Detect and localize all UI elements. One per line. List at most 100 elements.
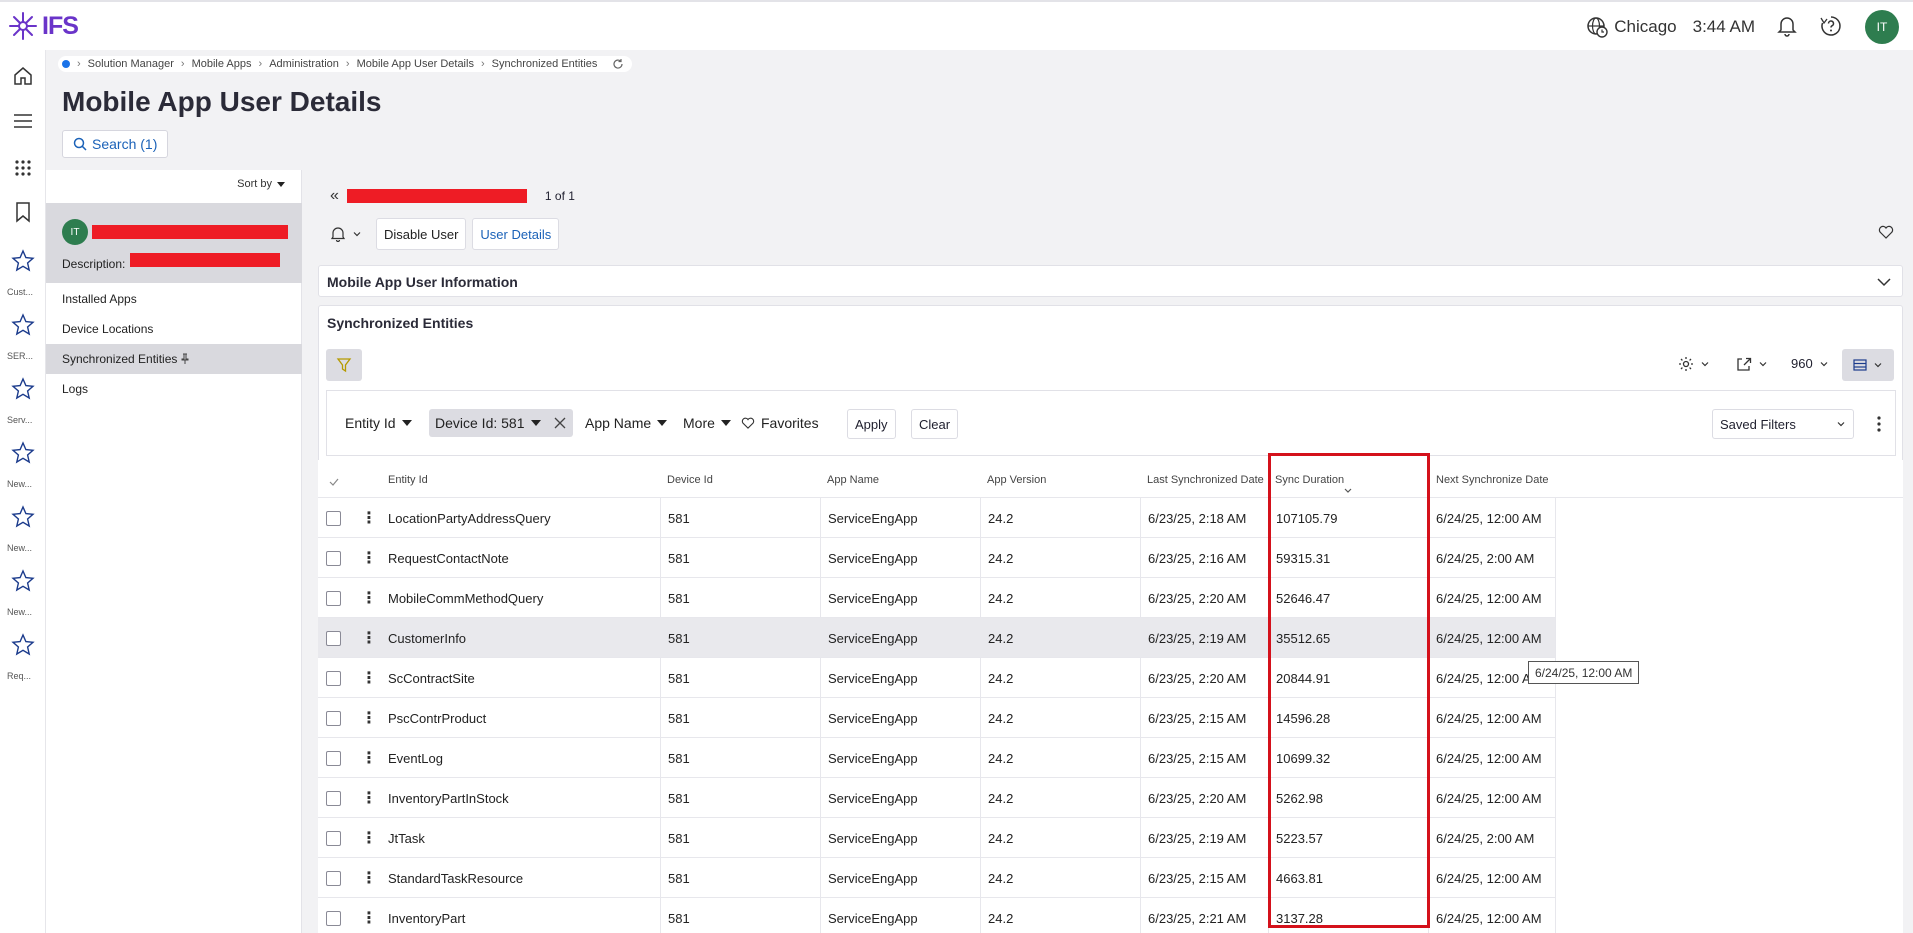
table-row[interactable]: ⋮ InventoryPart 581 ServiceEngApp 24.2 6/23/2… xyxy=(318,898,1555,933)
nav-item-logs[interactable]: Logs xyxy=(46,374,302,404)
page-size-dropdown[interactable]: 960 xyxy=(1791,356,1829,371)
column-header-entity-id[interactable]: Entity Id xyxy=(388,474,428,486)
column-header-device-id[interactable]: Device Id xyxy=(667,474,713,486)
chevron-down-icon[interactable] xyxy=(1876,274,1892,290)
row-actions-icon[interactable]: ⋮ xyxy=(361,898,377,933)
table-row[interactable]: ⋮ LocationPartyAddressQuery 581 ServiceEngA… xyxy=(318,498,1555,538)
device-id-filter-chip[interactable]: Device Id: 581 xyxy=(429,409,573,437)
user-avatar[interactable]: IT xyxy=(1865,10,1899,44)
rail-label[interactable]: New... xyxy=(7,543,32,553)
menu-icon[interactable] xyxy=(9,107,37,135)
rail-label[interactable]: New... xyxy=(7,479,32,489)
home-icon[interactable] xyxy=(9,62,37,90)
breadcrumb-home-dot[interactable] xyxy=(62,60,70,68)
favorite-star-icon[interactable] xyxy=(9,439,37,467)
row-checkbox[interactable] xyxy=(326,590,341,606)
settings-dropdown[interactable] xyxy=(1678,356,1710,372)
refresh-icon[interactable] xyxy=(612,58,624,70)
row-checkbox[interactable] xyxy=(326,750,341,766)
more-vertical-icon[interactable] xyxy=(1876,415,1882,433)
favorite-star-icon[interactable] xyxy=(9,567,37,595)
row-checkbox[interactable] xyxy=(326,870,341,886)
rail-label[interactable]: Cust... xyxy=(7,287,33,297)
rail-label[interactable]: SER... xyxy=(7,351,33,361)
row-actions-icon[interactable]: ⋮ xyxy=(361,738,377,778)
breadcrumb-item[interactable]: Mobile Apps xyxy=(192,58,252,70)
clear-button[interactable]: Clear xyxy=(911,409,959,439)
export-dropdown[interactable] xyxy=(1736,356,1768,372)
user-information-panel[interactable]: Mobile App User Information xyxy=(318,265,1903,297)
row-actions-icon[interactable]: ⋮ xyxy=(361,578,377,618)
row-actions-icon[interactable]: ⋮ xyxy=(361,818,377,858)
view-mode-dropdown[interactable] xyxy=(1842,349,1894,381)
filter-toggle-button[interactable] xyxy=(326,349,362,381)
double-chevron-left-icon[interactable]: « xyxy=(330,187,339,205)
user-details-button[interactable]: User Details xyxy=(472,218,560,250)
favorite-star-icon[interactable] xyxy=(9,375,37,403)
pin-icon[interactable] xyxy=(180,353,190,365)
row-checkbox[interactable] xyxy=(326,710,341,726)
rail-label[interactable]: New... xyxy=(7,607,32,617)
sort-by-dropdown[interactable]: Sort by xyxy=(237,178,285,190)
row-checkbox[interactable] xyxy=(326,670,341,686)
row-actions-icon[interactable]: ⋮ xyxy=(361,698,377,738)
redacted-record-selector[interactable] xyxy=(346,189,527,203)
breadcrumb-item[interactable]: Mobile App User Details xyxy=(357,58,474,70)
column-header-next-synchronize-date[interactable]: Next Synchronize Date xyxy=(1436,474,1549,486)
app-name-filter[interactable]: App Name xyxy=(579,409,673,437)
nav-item-synchronized-entities[interactable]: Synchronized Entities xyxy=(46,344,302,374)
row-checkbox[interactable] xyxy=(326,510,341,526)
help-icon[interactable] xyxy=(1819,14,1843,41)
location-clock[interactable]: Chicago 3:44 AM xyxy=(1586,16,1755,38)
notification-dropdown[interactable] xyxy=(330,226,362,242)
row-actions-icon[interactable]: ⋮ xyxy=(361,538,377,578)
heart-icon[interactable] xyxy=(1878,225,1894,239)
row-actions-icon[interactable]: ⋮ xyxy=(361,658,377,698)
table-row[interactable]: ⋮ PscContrProduct 581 ServiceEngApp 24.2 6/23… xyxy=(318,698,1555,738)
select-all-check-icon[interactable] xyxy=(329,478,339,486)
row-actions-icon[interactable]: ⋮ xyxy=(361,778,377,818)
search-button[interactable]: Search (1) xyxy=(62,130,169,158)
row-checkbox[interactable] xyxy=(326,790,341,806)
nav-item-installed-apps[interactable]: Installed Apps xyxy=(46,284,302,314)
rail-label[interactable]: Serv... xyxy=(7,415,32,425)
row-actions-icon[interactable]: ⋮ xyxy=(361,858,377,898)
nav-item-device-locations[interactable]: Device Locations xyxy=(46,314,302,344)
column-header-app-name[interactable]: App Name xyxy=(827,474,879,486)
row-actions-icon[interactable]: ⋮ xyxy=(361,618,377,658)
close-icon[interactable] xyxy=(553,416,567,430)
table-row[interactable]: ⋮ CustomerInfo 581 ServiceEngApp 24.2 6/23/25… xyxy=(318,618,1555,658)
bell-icon[interactable] xyxy=(1777,15,1797,40)
row-checkbox[interactable] xyxy=(326,550,341,566)
column-header-app-version[interactable]: App Version xyxy=(987,474,1046,486)
favorite-star-icon[interactable] xyxy=(9,311,37,339)
favorite-star-icon[interactable] xyxy=(9,503,37,531)
row-actions-icon[interactable]: ⋮ xyxy=(361,498,377,538)
row-checkbox[interactable] xyxy=(326,910,341,926)
saved-filters-dropdown[interactable]: Saved Filters xyxy=(1712,409,1854,439)
table-row[interactable]: ⋮ JtTask 581 ServiceEngApp 24.2 6/23/25, 2:19… xyxy=(318,818,1555,858)
record-card[interactable]: IT Description: xyxy=(46,203,302,283)
ifs-logo[interactable]: IFS xyxy=(8,11,79,41)
apps-grid-icon[interactable] xyxy=(9,153,37,181)
column-header-last-synchronized-date[interactable]: Last Synchronized Date xyxy=(1147,474,1264,486)
apply-button[interactable]: Apply xyxy=(847,409,896,439)
row-checkbox[interactable] xyxy=(326,830,341,846)
disable-user-button[interactable]: Disable User xyxy=(376,218,467,250)
favorite-star-icon[interactable] xyxy=(9,247,37,275)
table-row[interactable]: ⋮ InventoryPartInStock 581 ServiceEngApp 24.… xyxy=(318,778,1555,818)
entity-id-filter[interactable]: Entity Id xyxy=(339,409,418,437)
sort-descending-icon[interactable] xyxy=(1343,487,1353,495)
row-checkbox[interactable] xyxy=(326,630,341,646)
column-header-sync-duration[interactable]: Sync Duration xyxy=(1275,474,1344,486)
table-row[interactable]: ⋮ ScContractSite 581 ServiceEngApp 24.2 6/23/… xyxy=(318,658,1555,698)
breadcrumb-item[interactable]: Solution Manager xyxy=(88,58,174,70)
breadcrumb-item[interactable]: Administration xyxy=(269,58,339,70)
table-row[interactable]: ⋮ EventLog 581 ServiceEngApp 24.2 6/23/25, 2:… xyxy=(318,738,1555,778)
table-row[interactable]: ⋮ StandardTaskResource 581 ServiceEngApp 24.… xyxy=(318,858,1555,898)
table-row[interactable]: ⋮ RequestContactNote 581 ServiceEngApp 24.2 6… xyxy=(318,538,1555,578)
favorites-filter[interactable]: Favorites xyxy=(735,409,825,437)
favorite-star-icon[interactable] xyxy=(9,631,37,659)
table-row[interactable]: ⋮ MobileCommMethodQuery 581 ServiceEngApp 24… xyxy=(318,578,1555,618)
bookmark-icon[interactable] xyxy=(9,198,37,226)
